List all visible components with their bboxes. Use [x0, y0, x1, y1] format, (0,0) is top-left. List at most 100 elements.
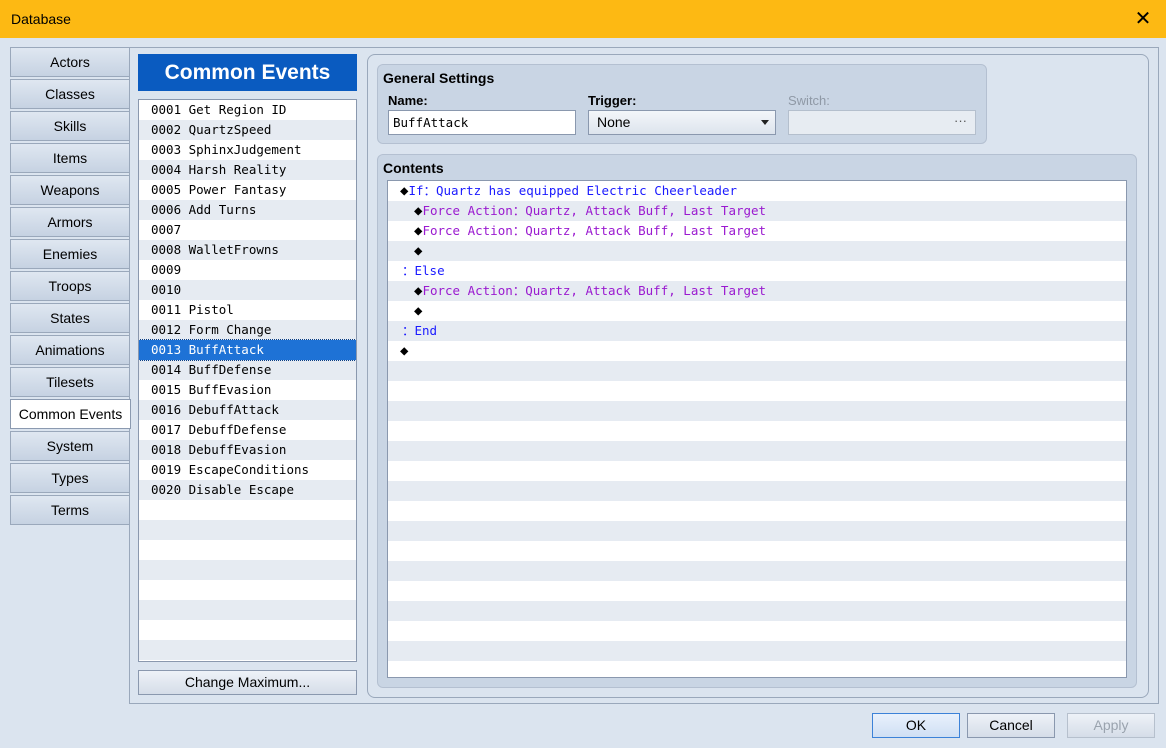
trigger-value: None	[597, 114, 631, 130]
tab-system[interactable]: System	[10, 431, 130, 461]
event-command-row[interactable]	[388, 361, 1126, 381]
common-event-row[interactable]	[139, 580, 356, 600]
event-command-row[interactable]: ◆If：Quartz has equipped Electric Cheerle…	[388, 181, 1126, 201]
common-event-row[interactable]	[139, 560, 356, 580]
event-command-row[interactable]	[388, 561, 1126, 581]
event-command-row[interactable]	[388, 401, 1126, 421]
event-command-row[interactable]	[388, 641, 1126, 661]
window-title: Database	[11, 11, 71, 27]
common-event-row[interactable]: 0005 Power Fantasy	[139, 180, 356, 200]
event-command-row[interactable]	[388, 441, 1126, 461]
common-event-row[interactable]: 0003 SphinxJudgement	[139, 140, 356, 160]
change-maximum-button[interactable]: Change Maximum...	[138, 670, 357, 695]
common-event-row[interactable]: 0007	[139, 220, 356, 240]
tab-enemies[interactable]: Enemies	[10, 239, 130, 269]
event-command-row[interactable]	[388, 461, 1126, 481]
event-command-list[interactable]: ◆ If：Quartz has equipped Electric Cheerle…	[387, 180, 1127, 678]
event-command-row[interactable]	[388, 521, 1126, 541]
common-event-row[interactable]: 0012 Form Change	[139, 320, 356, 340]
common-event-row[interactable]: 0017 DebuffDefense	[139, 420, 356, 440]
event-command-row[interactable]: ◆	[388, 241, 1126, 261]
title-bar: Database ✕	[0, 0, 1166, 38]
tab-types[interactable]: Types	[10, 463, 130, 493]
command-text: Quartz, Attack Buff, Last Target	[525, 223, 767, 238]
close-icon[interactable]: ✕	[1130, 6, 1156, 32]
common-event-row[interactable]: 0006 Add Turns	[139, 200, 356, 220]
event-command-row[interactable]: ◆Force Action：Quartz, Attack Buff, Last …	[388, 281, 1126, 301]
tab-tilesets[interactable]: Tilesets	[10, 367, 130, 397]
command-diamond-icon: ◆	[414, 303, 423, 319]
tab-armors[interactable]: Armors	[10, 207, 130, 237]
tab-skills[interactable]: Skills	[10, 111, 130, 141]
common-event-row[interactable]: 0013 BuffAttack	[139, 339, 356, 361]
common-events-list[interactable]: 0001 Get Region ID 0002 QuartzSpeed 0003 S…	[138, 99, 357, 662]
event-command-row[interactable]	[388, 601, 1126, 621]
tab-actors[interactable]: Actors	[10, 47, 130, 77]
common-event-row[interactable]: 0010	[139, 280, 356, 300]
command-text: Force Action：	[422, 283, 526, 298]
switch-selector[interactable]: ···	[788, 110, 976, 135]
common-event-row[interactable]: 0015 BuffEvasion	[139, 380, 356, 400]
ok-button[interactable]: OK	[872, 713, 960, 738]
common-event-row[interactable]: 0004 Harsh Reality	[139, 160, 356, 180]
name-label: Name:	[388, 93, 428, 108]
event-command-row[interactable]	[388, 661, 1126, 677]
common-event-row[interactable]: 0002 QuartzSpeed	[139, 120, 356, 140]
event-command-row[interactable]	[388, 501, 1126, 521]
common-event-row[interactable]: 0009	[139, 260, 356, 280]
common-event-row[interactable]: 0011 Pistol	[139, 300, 356, 320]
dialog-body: Actors Classes Skills Items Weapons Armors Ene…	[0, 38, 1166, 748]
event-command-row[interactable]: ◆Force Action：Quartz, Attack Buff, Last …	[388, 221, 1126, 241]
common-event-row[interactable]: 0001 Get Region ID	[139, 100, 356, 120]
command-text: ：Else	[402, 263, 445, 278]
ellipsis-icon: ···	[954, 113, 967, 128]
command-text: Force Action：	[422, 203, 526, 218]
event-command-row[interactable]	[388, 581, 1126, 601]
cancel-button[interactable]: Cancel	[967, 713, 1055, 738]
common-event-row[interactable]	[139, 520, 356, 540]
common-event-row[interactable]: 0018 DebuffEvasion	[139, 440, 356, 460]
common-event-row[interactable]	[139, 540, 356, 560]
common-event-row[interactable]: 0020 Disable Escape	[139, 480, 356, 500]
event-command-row[interactable]	[388, 381, 1126, 401]
tab-troops[interactable]: Troops	[10, 271, 130, 301]
event-command-row[interactable]	[388, 541, 1126, 561]
event-command-row[interactable]: ◆	[388, 341, 1126, 361]
general-settings-title: General Settings	[383, 70, 495, 86]
switch-label: Switch:	[788, 93, 830, 108]
command-text: ：End	[402, 323, 438, 338]
tab-states[interactable]: States	[10, 303, 130, 333]
event-command-row[interactable]	[388, 421, 1126, 441]
common-event-row[interactable]: 0008 WalletFrowns	[139, 240, 356, 260]
apply-button: Apply	[1067, 713, 1155, 738]
common-events-header: Common Events	[138, 54, 357, 91]
command-text: If：Quartz has equipped Electric Cheerlea…	[408, 183, 738, 198]
tab-common-events[interactable]: Common Events	[10, 399, 131, 429]
contents-title: Contents	[383, 160, 444, 176]
command-diamond-icon: ◆	[414, 243, 423, 259]
trigger-label: Trigger:	[588, 93, 637, 108]
database-tabs: Actors Classes Skills Items Weapons Armors Ene…	[10, 47, 131, 527]
common-event-row[interactable]	[139, 500, 356, 520]
tab-terms[interactable]: Terms	[10, 495, 130, 525]
name-input[interactable]: BuffAttack	[388, 110, 576, 135]
chevron-down-icon	[761, 120, 769, 125]
event-command-row[interactable]: ◆Force Action：Quartz, Attack Buff, Last …	[388, 201, 1126, 221]
tab-animations[interactable]: Animations	[10, 335, 130, 365]
tab-items[interactable]: Items	[10, 143, 130, 173]
trigger-select[interactable]: None	[588, 110, 776, 135]
event-command-row[interactable]: ：End	[388, 321, 1126, 341]
event-command-row[interactable]: ◆	[388, 301, 1126, 321]
common-event-row[interactable]	[139, 620, 356, 640]
event-command-row[interactable]	[388, 621, 1126, 641]
tab-classes[interactable]: Classes	[10, 79, 130, 109]
common-event-row[interactable]	[139, 600, 356, 620]
event-command-row[interactable]: ：Else	[388, 261, 1126, 281]
command-diamond-icon: ◆	[400, 343, 409, 359]
common-event-row[interactable]	[139, 640, 356, 660]
common-event-row[interactable]: 0019 EscapeConditions	[139, 460, 356, 480]
common-event-row[interactable]: 0016 DebuffAttack	[139, 400, 356, 420]
common-event-row[interactable]: 0014 BuffDefense	[139, 360, 356, 380]
tab-weapons[interactable]: Weapons	[10, 175, 130, 205]
event-command-row[interactable]	[388, 481, 1126, 501]
